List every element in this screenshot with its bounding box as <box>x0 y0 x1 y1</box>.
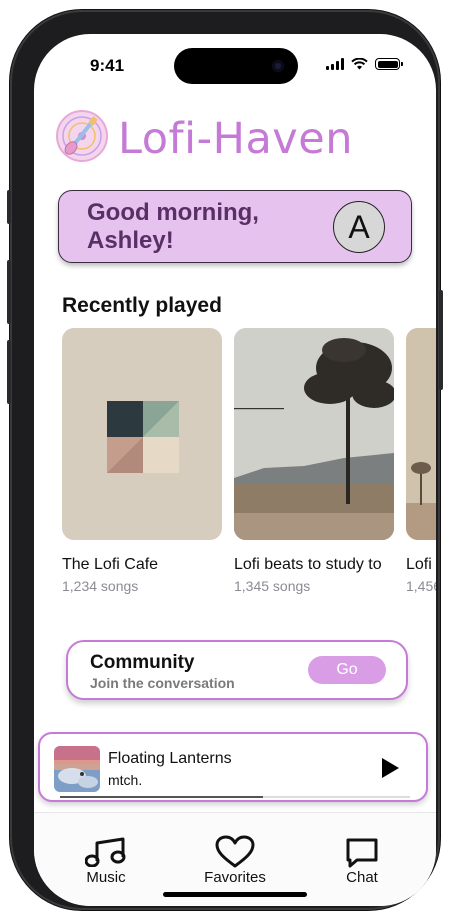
app-title: Lofi-Haven <box>118 114 353 164</box>
playlist-song-count: 1,234 songs <box>62 578 139 594</box>
greeting-card: Good morning, Ashley! A <box>58 190 412 263</box>
playlist-cover-art <box>62 328 222 540</box>
playlist-cover-art <box>406 328 436 540</box>
battery-icon <box>375 58 403 70</box>
power-button <box>439 290 443 390</box>
tab-music[interactable]: Music <box>56 813 156 893</box>
cellular-signal-icon <box>326 58 344 70</box>
wifi-icon <box>351 58 368 70</box>
playlist-name: Lofi <box>406 556 432 573</box>
action-button <box>7 190 11 224</box>
greeting-text: Good morning, Ashley! <box>87 199 259 254</box>
playlist-song-count: 1,456 <box>406 578 436 594</box>
tab-favorites-label: Favorites <box>204 869 266 886</box>
community-title: Community <box>90 652 195 673</box>
community-card[interactable]: Community Join the conversation Go <box>66 640 408 700</box>
playback-progress-bar[interactable] <box>60 796 410 798</box>
tab-chat[interactable]: Chat <box>312 813 412 893</box>
volume-up-button <box>7 260 11 324</box>
now-playing-cover-art <box>54 746 100 792</box>
community-subtitle: Join the conversation <box>90 675 235 691</box>
status-time: 9:41 <box>90 56 125 75</box>
now-playing-artist: mtch. <box>108 772 143 788</box>
music-note-icon <box>85 837 126 867</box>
camera-icon <box>272 60 284 72</box>
status-bar: 9:41 <box>34 34 436 94</box>
tab-music-label: Music <box>86 869 126 886</box>
playlist-card[interactable]: The Lofi Cafe 1,234 songs <box>62 328 222 594</box>
phone-frame: 9:41 Lofi-Haven Good morning, Ashley! A … <box>7 10 443 910</box>
playlist-name: Lofi beats to study to <box>234 556 382 573</box>
playback-progress-fill <box>60 796 263 798</box>
play-icon[interactable] <box>378 756 402 780</box>
status-icons <box>326 58 403 70</box>
chat-bubble-icon <box>346 838 378 868</box>
home-indicator[interactable] <box>163 892 307 897</box>
vinyl-guitar-logo-icon <box>56 110 108 162</box>
app-screen: 9:41 Lofi-Haven Good morning, Ashley! A … <box>34 34 436 906</box>
playlist-name: The Lofi Cafe <box>62 556 159 573</box>
heart-icon <box>215 835 255 868</box>
avatar[interactable]: A <box>333 201 385 253</box>
playlist-song-count: 1,345 songs <box>234 578 311 594</box>
now-playing-bar[interactable]: Floating Lanterns mtch. <box>38 732 428 802</box>
section-title-recently-played: Recently played <box>62 294 222 317</box>
now-playing-song-title: Floating Lanterns <box>108 750 232 767</box>
playlist-card[interactable]: Lofi 1,456 <box>406 328 436 594</box>
volume-down-button <box>7 340 11 404</box>
go-button[interactable]: Go <box>308 656 386 684</box>
tab-chat-label: Chat <box>346 869 378 886</box>
playlist-cover-art <box>234 328 394 540</box>
playlist-card[interactable]: Lofi beats to study to 1,345 songs <box>234 328 394 594</box>
tab-favorites[interactable]: Favorites <box>185 813 285 893</box>
dynamic-island <box>174 48 298 84</box>
